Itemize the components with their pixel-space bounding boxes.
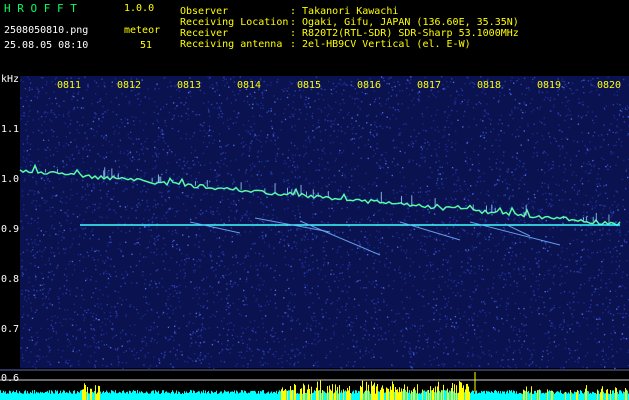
x-tick-label: 0813 [177,80,202,91]
x-tick-label: 0812 [117,80,142,91]
y-tick-label: 0.9 [1,224,20,235]
spectrogram [0,76,629,400]
x-tick-label: 0818 [477,80,502,91]
x-tick-label: 0815 [297,80,322,91]
x-tick-label: 0819 [537,80,562,91]
x-tick-label: 0811 [57,80,82,91]
noise-background [20,76,629,368]
power-bars [0,380,629,400]
y-tick-label: 0.6 [1,373,20,384]
y-tick-label: 1.1 [1,124,20,135]
x-tick-label: 0816 [357,80,382,91]
y-axis-unit: kHz [1,74,20,85]
x-tick-label: 0820 [597,80,622,91]
y-tick-label: 0.7 [1,324,20,335]
x-tick-label: 0817 [417,80,442,91]
y-tick-label: 0.8 [1,274,20,285]
hrofft-window: H R O F F T 1.0.0 2508050810.png meteor … [0,0,629,400]
x-tick-label: 0814 [237,80,262,91]
y-tick-label: 1.0 [1,174,20,185]
